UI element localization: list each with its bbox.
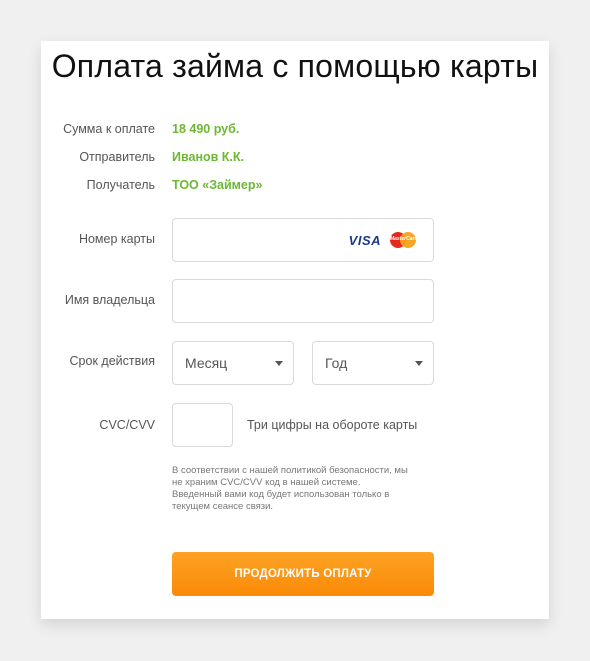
cvc-input[interactable] — [173, 404, 232, 446]
cvc-label: CVC/CVV — [99, 418, 155, 432]
sender-label: Отправитель — [79, 150, 155, 164]
amount-label: Сумма к оплате — [63, 122, 155, 136]
recipient-value: ТОО «Займер» — [172, 178, 263, 192]
continue-payment-button[interactable]: ПРОДОЛЖИТЬ ОПЛАТУ — [172, 552, 434, 596]
mastercard-logo-icon: MasterCard — [390, 232, 418, 248]
month-select-value: Месяц — [185, 355, 228, 371]
cvc-hint: Три цифры на обороте карты — [247, 418, 418, 432]
chevron-down-icon — [275, 361, 283, 366]
security-note: В соответствии с нашей политикой безопас… — [172, 465, 408, 512]
card-number-label: Номер карты — [78, 232, 155, 246]
recipient-label: Получатель — [86, 178, 155, 192]
holder-name-field[interactable] — [172, 279, 434, 323]
expiry-label: Срок действия — [69, 354, 155, 368]
year-select[interactable]: Год — [312, 341, 434, 385]
cvc-field[interactable] — [172, 403, 233, 447]
amount-value: 18 490 руб. — [172, 122, 240, 136]
visa-logo-icon: VISA — [348, 233, 381, 248]
chevron-down-icon — [415, 361, 423, 366]
month-select[interactable]: Месяц — [172, 341, 294, 385]
sender-value: Иванов К.К. — [172, 150, 245, 164]
holder-label: Имя владельца — [64, 293, 155, 307]
card-number-field[interactable]: VISA MasterCard — [172, 218, 434, 262]
holder-name-input[interactable] — [173, 280, 433, 322]
year-select-value: Год — [325, 355, 348, 371]
page-title: Оплата займа с помощью карты — [51, 48, 539, 84]
